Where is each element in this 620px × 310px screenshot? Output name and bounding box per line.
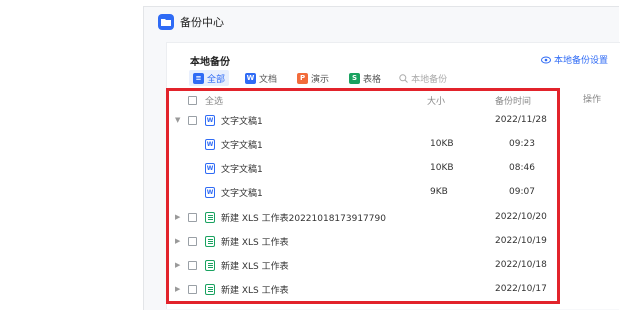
table-row[interactable]: ▼ W 文字文稿1 2022/11/28 (169, 108, 557, 132)
row-time: 09:23 (509, 139, 535, 149)
row-name: W 文字文稿1 (205, 156, 263, 180)
sheet-file-icon (205, 211, 215, 223)
table-header: 全选 大小 备份时间 (169, 91, 557, 109)
eye-icon (541, 56, 551, 63)
row-checkbox[interactable] (188, 277, 197, 301)
table-row[interactable]: W 文字文稿1 10KB 09:23 (169, 132, 557, 156)
header-size: 大小 (427, 96, 446, 107)
row-size: 9KB (430, 187, 448, 197)
table-row[interactable]: W 文字文稿1 10KB 08:46 (169, 156, 557, 180)
filter-label: 全部 (207, 74, 226, 85)
row-name-text: 新建 XLS 工作表 (221, 285, 289, 296)
sheet-icon: S (349, 72, 361, 84)
filter-all[interactable]: ≡ 全部 (189, 70, 230, 86)
row-checkbox[interactable] (188, 108, 197, 132)
word-icon: W (245, 72, 257, 84)
expand-arrow-icon[interactable]: ▶ (175, 205, 180, 229)
row-name: 新建 XLS 工作表 (205, 229, 289, 253)
expand-arrow-icon[interactable]: ▶ (175, 277, 180, 301)
search-icon (399, 73, 408, 83)
filter-presentations[interactable]: P 演示 (293, 70, 333, 86)
row-time: 08:46 (509, 163, 535, 173)
row-time: 2022/10/18 (495, 260, 547, 270)
filter-docs[interactable]: W 文档 (241, 70, 281, 86)
doc-file-icon: W (205, 114, 215, 126)
table-row[interactable]: W 文字文稿1 9KB 09:07 (169, 180, 557, 204)
panel-title: 本地备份 (190, 57, 230, 68)
doc-file-icon: W (205, 186, 215, 198)
header-operations: 操作 (583, 95, 602, 105)
row-name: 新建 XLS 工作表 (205, 277, 289, 301)
row-name-text: 新建 XLS 工作表 (221, 261, 289, 272)
header-backup-time: 备份时间 (495, 96, 532, 107)
row-name: W 文字文稿1 (205, 132, 263, 156)
row-size: 10KB (430, 139, 454, 149)
table-row[interactable]: ▶ 新建 XLS 工作表 2022/10/17 (169, 277, 557, 301)
row-size: 10KB (430, 163, 454, 173)
row-time: 2022/10/20 (495, 212, 547, 222)
expand-arrow-icon[interactable]: ▶ (175, 253, 180, 277)
row-name-text: 新建 XLS 工作表20221018173917790 (221, 213, 386, 224)
row-name-text: 文字文稿1 (221, 140, 263, 151)
local-backup-settings-link[interactable]: 本地备份设置 (541, 53, 608, 66)
doc-file-icon: W (205, 162, 215, 174)
row-name: W 文字文稿1 (205, 180, 263, 204)
table-row[interactable]: ▶ 新建 XLS 工作表 2022/10/18 (169, 253, 557, 277)
row-name-text: 文字文稿1 (221, 164, 263, 175)
expand-arrow-icon[interactable]: ▶ (175, 229, 180, 253)
table-row[interactable]: ▶ 新建 XLS 工作表 2022/10/19 (169, 229, 557, 253)
row-name: 新建 XLS 工作表 (205, 253, 289, 277)
row-checkbox[interactable] (188, 229, 197, 253)
row-checkbox[interactable] (188, 253, 197, 277)
backup-folder-icon (158, 14, 174, 30)
filter-label: 表格 (363, 74, 382, 85)
row-time: 2022/10/17 (495, 284, 547, 294)
collapse-arrow-icon[interactable]: ▼ (175, 108, 180, 132)
filter-bar: ≡ 全部 W 文档 P 演示 S 表格 本地备份 (189, 70, 447, 86)
title-bar: 备份中心 (144, 7, 619, 37)
sheet-file-icon (205, 283, 215, 295)
row-time: 2022/11/28 (495, 115, 547, 125)
settings-link-label: 本地备份设置 (554, 56, 609, 66)
table-row[interactable]: ▶ 新建 XLS 工作表20221018173917790 2022/10/20 (169, 205, 557, 229)
list-icon: ≡ (193, 72, 204, 84)
row-name-text: 文字文稿1 (221, 188, 263, 199)
ppt-icon: P (297, 72, 309, 84)
filter-label: 文档 (259, 74, 278, 85)
row-name: 新建 XLS 工作表20221018173917790 (205, 205, 386, 229)
row-name: W 文字文稿1 (205, 108, 263, 132)
filter-sheets[interactable]: S 表格 (345, 70, 385, 86)
search-placeholder: 本地备份 (411, 74, 448, 85)
filter-label: 演示 (311, 74, 330, 85)
row-time: 2022/10/19 (495, 236, 547, 246)
row-checkbox[interactable] (188, 205, 197, 229)
app-title: 备份中心 (180, 16, 224, 29)
search-input[interactable]: 本地备份 (399, 72, 447, 85)
sheet-file-icon (205, 235, 215, 247)
doc-file-icon: W (205, 138, 215, 150)
header-select-all: 全选 (205, 96, 224, 107)
backup-table: 全选 大小 备份时间 ▼ W 文字文稿1 2022/11/28 W 文字文稿1 … (166, 88, 560, 304)
row-time: 09:07 (509, 187, 535, 197)
sheet-file-icon (205, 259, 215, 271)
row-name-text: 文字文稿1 (221, 116, 263, 127)
row-name-text: 新建 XLS 工作表 (221, 237, 289, 248)
select-all-checkbox[interactable] (188, 91, 197, 109)
